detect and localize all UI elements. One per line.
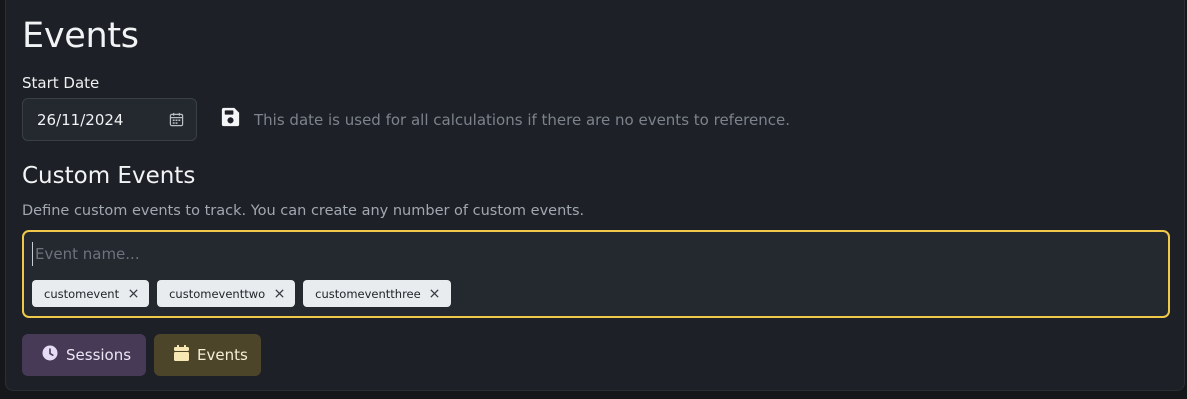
save-date-button[interactable] bbox=[217, 106, 243, 132]
sessions-button[interactable]: Sessions bbox=[22, 334, 146, 376]
event-tag: customevent bbox=[32, 280, 150, 307]
start-date-value: 26/11/2024 bbox=[37, 110, 124, 129]
event-name-input[interactable] bbox=[32, 242, 635, 266]
start-date-label: Start Date bbox=[22, 74, 100, 92]
start-date-input[interactable]: 26/11/2024 bbox=[22, 98, 197, 141]
events-button[interactable]: Events bbox=[154, 334, 261, 376]
events-button-label: Events bbox=[197, 346, 248, 364]
event-tag-list: customevent customeventtwo customeventth… bbox=[32, 280, 451, 307]
custom-events-title: Custom Events bbox=[22, 163, 196, 189]
floppy-disk-icon bbox=[219, 106, 242, 133]
event-tag-label: customevent bbox=[44, 286, 120, 301]
custom-events-description: Define custom events to track. You can c… bbox=[22, 203, 585, 219]
custom-events-tag-input[interactable]: customevent customeventtwo customeventth… bbox=[22, 230, 1170, 318]
sessions-button-label: Sessions bbox=[66, 346, 132, 364]
event-tag: customeventthree bbox=[303, 280, 451, 307]
page-title: Events bbox=[22, 16, 139, 56]
event-tag-label: customeventthree bbox=[315, 286, 421, 301]
event-tag-label: customeventtwo bbox=[169, 286, 266, 301]
events-card: Events Start Date 26/11/2024 This date i… bbox=[5, 0, 1185, 391]
close-icon[interactable] bbox=[429, 288, 441, 300]
calendar-icon[interactable] bbox=[169, 112, 184, 127]
calendar-icon bbox=[174, 345, 189, 365]
start-date-help-text: This date is used for all calculations i… bbox=[254, 111, 790, 129]
close-icon[interactable] bbox=[273, 288, 285, 300]
close-icon[interactable] bbox=[127, 288, 139, 300]
event-tag: customeventtwo bbox=[157, 280, 296, 307]
clock-icon bbox=[42, 345, 58, 365]
